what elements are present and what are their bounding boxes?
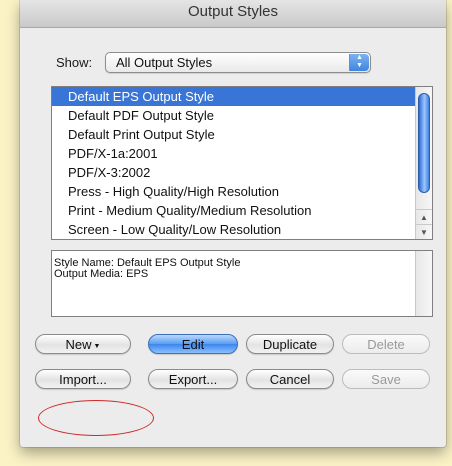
- new-button[interactable]: New ▼: [35, 334, 131, 354]
- scroll-down-arrow-icon[interactable]: ▼: [416, 224, 432, 240]
- highlight-annotation-ellipse: [38, 400, 154, 436]
- edit-button[interactable]: Edit: [148, 334, 238, 354]
- list-item[interactable]: Default Print Output Style: [52, 125, 432, 144]
- window-title: Output Styles: [187, 3, 279, 20]
- list-item[interactable]: Default EPS Output Style: [52, 87, 432, 106]
- style-details-box: Style Name: Default EPS Output Style Out…: [51, 250, 433, 317]
- details-scrollbar[interactable]: [415, 251, 432, 316]
- output-styles-dialog: Output Styles Show: All Output Styles ▲ ▼…: [20, 0, 446, 447]
- list-item[interactable]: Press - High Quality/High Resolution: [52, 182, 432, 201]
- import-button[interactable]: Import...: [35, 369, 131, 389]
- duplicate-button[interactable]: Duplicate: [246, 334, 334, 354]
- list-scrollbar[interactable]: ▲ ▼: [415, 87, 432, 239]
- scroll-thumb[interactable]: [418, 93, 430, 193]
- dropdown-arrow-icon: ▼: [93, 343, 101, 350]
- show-filter-value: All Output Styles: [116, 55, 213, 70]
- list-item[interactable]: PDF/X-1a:2001: [52, 144, 432, 163]
- export-button[interactable]: Export...: [148, 369, 238, 389]
- output-styles-list[interactable]: Default EPS Output Style Default PDF Out…: [51, 86, 433, 240]
- popup-stepper-icon: ▲ ▼: [349, 54, 369, 71]
- show-filter-popup[interactable]: All Output Styles ▲ ▼: [105, 52, 371, 73]
- show-label: Show:: [56, 55, 93, 70]
- cancel-button[interactable]: Cancel: [246, 369, 334, 389]
- list-item[interactable]: Screen - Low Quality/Low Resolution: [52, 220, 432, 239]
- list-item[interactable]: PDF/X-3:2002: [52, 163, 432, 182]
- list-item[interactable]: Print - Medium Quality/Medium Resolution: [52, 201, 432, 220]
- delete-button[interactable]: Delete: [342, 334, 430, 354]
- new-button-label: New: [65, 337, 92, 352]
- scroll-up-arrow-icon[interactable]: ▲: [416, 209, 432, 225]
- title-bar[interactable]: Output Styles: [20, 0, 446, 28]
- output-media-detail: Output Media: EPS: [54, 268, 149, 280]
- save-button[interactable]: Save: [342, 369, 430, 389]
- list-item[interactable]: Default PDF Output Style: [52, 106, 432, 125]
